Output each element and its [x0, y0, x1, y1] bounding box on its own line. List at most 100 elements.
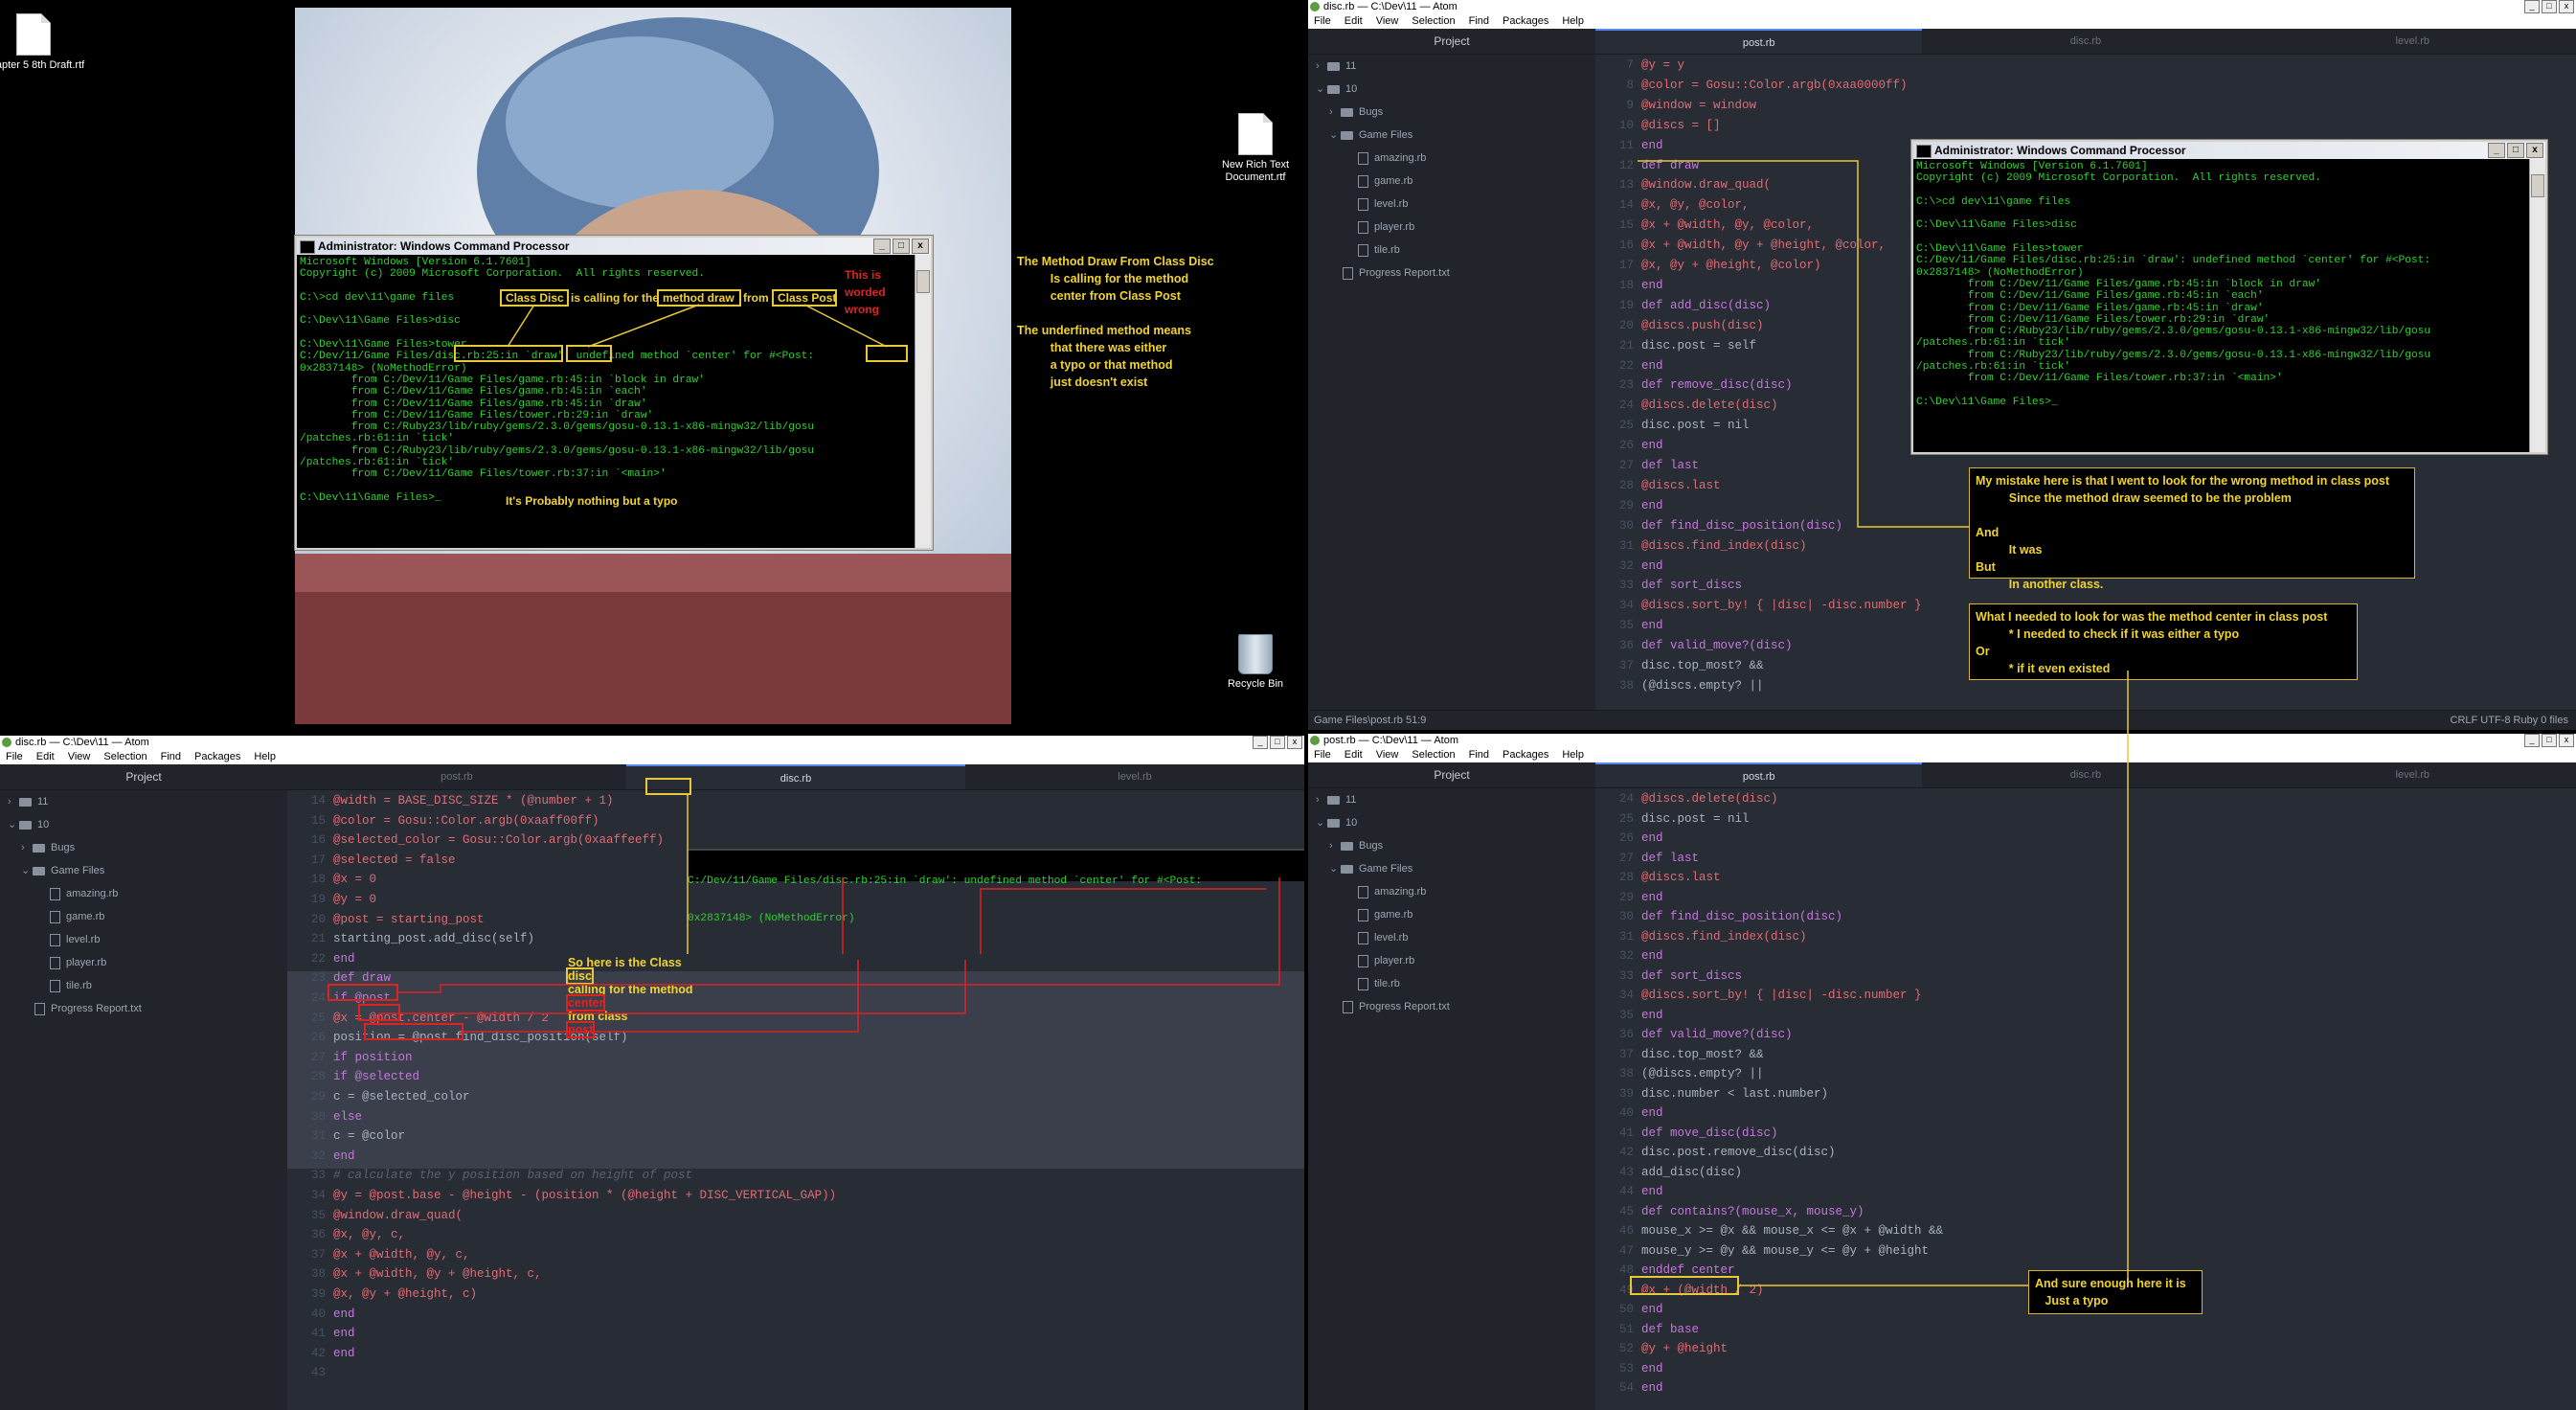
tab-post-rb[interactable]: post.rb [287, 764, 626, 789]
menu-view[interactable]: View [1376, 747, 1399, 762]
minimize-button[interactable]: _ [2524, 734, 2540, 747]
code-area[interactable]: 24 @discs.delete(disc) 25 disc.post = nil 26… [1595, 788, 2576, 1410]
annotation-here-center: center [565, 994, 606, 1012]
close-button[interactable]: x [2559, 734, 2574, 747]
close-button[interactable]: x [2559, 0, 2574, 13]
tree-folder-bugs[interactable]: › Bugs [0, 836, 287, 859]
tree-folder-game-files[interactable]: ⌄ Game Files [0, 859, 287, 882]
minimize-button[interactable]: _ [2488, 143, 2505, 158]
tree-folder-game-files[interactable]: ⌄ Game Files [1308, 124, 1595, 147]
minimize-button[interactable]: _ [1253, 736, 1268, 749]
tree-file[interactable]: player.rb [0, 951, 287, 974]
cmd-titlebar[interactable]: Administrator: Windows Command Processor… [1913, 142, 2545, 159]
menu-packages[interactable]: Packages [1503, 13, 1548, 29]
tree-file[interactable]: game.rb [1308, 170, 1595, 193]
menu-find[interactable]: Find [1469, 13, 1489, 29]
scrollbar-thumb[interactable] [916, 270, 930, 293]
menu-selection[interactable]: Selection [103, 749, 147, 764]
status-file-position[interactable]: Game Files\post.rb 51:9 [1314, 715, 1426, 726]
atom-titlebar[interactable]: disc.rb — C:\Dev\11 — Atom _ □ x [0, 736, 1304, 749]
tab-level-rb[interactable]: level.rb [2249, 29, 2576, 54]
menu-selection[interactable]: Selection [1412, 13, 1455, 29]
tab-level-rb[interactable]: level.rb [965, 764, 1304, 789]
minimize-button[interactable]: _ [873, 239, 891, 254]
close-button[interactable]: x [1287, 736, 1302, 749]
tree-folder-bugs[interactable]: › Bugs [1308, 101, 1595, 124]
project-tree-header[interactable]: Project [1308, 29, 1595, 55]
tree-file-progress-report[interactable]: Progress Report.txt [1308, 262, 1595, 284]
menu-file[interactable]: File [1314, 747, 1331, 762]
menu-selection[interactable]: Selection [1412, 747, 1455, 762]
tab-post-rb[interactable]: post.rb [1595, 29, 1923, 54]
tree-folder-10[interactable]: ⌄ 10 [1308, 811, 1595, 834]
menu-edit[interactable]: Edit [36, 749, 55, 764]
project-tree-header[interactable]: Project [1308, 762, 1595, 788]
tree-file[interactable]: amazing.rb [1308, 880, 1595, 903]
tree-folder-10[interactable]: ⌄ 10 [1308, 78, 1595, 101]
close-button[interactable]: x [912, 239, 929, 254]
cmd-output[interactable]: Microsoft Windows [Version 6.1.7601] Copy… [1913, 159, 2531, 452]
atom-titlebar[interactable]: post.rb — C:\Dev\11 — Atom _ □ x [1308, 734, 2576, 747]
menu-packages[interactable]: Packages [194, 749, 240, 764]
maximize-button[interactable]: □ [2542, 734, 2557, 747]
tree-file[interactable]: tile.rb [1308, 239, 1595, 262]
tree-folder-11[interactable]: › 11 [1308, 788, 1595, 811]
tree-file[interactable]: tile.rb [1308, 972, 1595, 995]
menu-help[interactable]: Help [254, 749, 276, 764]
tree-file-progress-report[interactable]: Progress Report.txt [0, 997, 287, 1020]
tab-post-rb[interactable]: post.rb [1595, 762, 1923, 787]
menu-file[interactable]: File [1314, 13, 1331, 29]
tree-file-progress-report[interactable]: Progress Report.txt [1308, 995, 1595, 1018]
atom-window-bottom-right[interactable]: post.rb — C:\Dev\11 — Atom _ □ x File Edit… [1308, 734, 2576, 1410]
menu-view[interactable]: View [1376, 13, 1399, 29]
desktop-icon-recycle-bin[interactable]: Recycle Bin [1203, 634, 1308, 691]
minimize-button[interactable]: _ [2524, 0, 2540, 13]
cmd-window-2[interactable]: Administrator: Windows Command Processor… [1911, 140, 2547, 454]
tab-level-rb[interactable]: level.rb [2249, 762, 2576, 787]
scrollbar-thumb[interactable] [2531, 174, 2544, 197]
menu-find[interactable]: Find [1469, 747, 1489, 762]
maximize-button[interactable]: □ [2542, 0, 2557, 13]
atom-titlebar[interactable]: disc.rb — C:\Dev\11 — Atom _ □ x [1308, 0, 2576, 13]
menu-find[interactable]: Find [161, 749, 181, 764]
tree-folder-10[interactable]: ⌄ 10 [0, 813, 287, 836]
project-tree-header[interactable]: Project [0, 764, 287, 790]
cmd-icon [1916, 145, 1932, 158]
status-encoding[interactable]: CRLF UTF-8 Ruby 0 files [2451, 711, 2568, 730]
tree-file[interactable]: level.rb [1308, 926, 1595, 949]
maximize-button[interactable]: □ [893, 239, 910, 254]
tree-file[interactable]: player.rb [1308, 216, 1595, 239]
tree-folder-11[interactable]: › 11 [1308, 55, 1595, 78]
desktop-icon-new-rtf[interactable]: New Rich Text Document.rtf [1203, 113, 1308, 184]
tab-disc-rb[interactable]: disc.rb [1922, 762, 2248, 787]
menu-help[interactable]: Help [1562, 13, 1584, 29]
menu-edit[interactable]: Edit [1344, 747, 1363, 762]
tree-file[interactable]: amazing.rb [1308, 147, 1595, 170]
tab-disc-rb[interactable]: disc.rb [1922, 29, 2248, 54]
cmd-titlebar[interactable]: Administrator: Windows Command Processor… [297, 238, 931, 255]
tree-file[interactable]: game.rb [0, 905, 287, 928]
maximize-button[interactable]: □ [1270, 736, 1285, 749]
tree-folder-11[interactable]: › 11 [0, 790, 287, 813]
code-line: disc.post = self [1641, 338, 1757, 352]
menu-help[interactable]: Help [1562, 747, 1584, 762]
menu-view[interactable]: View [68, 749, 91, 764]
maximize-button[interactable]: □ [2507, 143, 2524, 158]
scrollbar[interactable] [915, 255, 931, 548]
atom-window-bottom-left[interactable]: disc.rb — C:\Dev\11 — Atom _ □ x File Edit… [0, 736, 1304, 1410]
tree-file[interactable]: level.rb [1308, 193, 1595, 216]
scrollbar[interactable] [2529, 159, 2545, 452]
code-line: disc.top_most? && [1641, 1047, 1764, 1061]
tree-file[interactable]: tile.rb [0, 974, 287, 997]
tree-folder-game-files[interactable]: ⌄ Game Files [1308, 857, 1595, 880]
menu-edit[interactable]: Edit [1344, 13, 1363, 29]
close-button[interactable]: x [2526, 143, 2543, 158]
desktop-icon-chapter5[interactable]: Chapter 5 8th Draft.rtf [0, 13, 86, 72]
tree-file[interactable]: amazing.rb [0, 882, 287, 905]
menu-packages[interactable]: Packages [1503, 747, 1548, 762]
tree-file[interactable]: level.rb [0, 928, 287, 951]
tree-file[interactable]: game.rb [1308, 903, 1595, 926]
menu-file[interactable]: File [6, 749, 23, 764]
tree-file[interactable]: player.rb [1308, 949, 1595, 972]
tree-folder-bugs[interactable]: › Bugs [1308, 834, 1595, 857]
